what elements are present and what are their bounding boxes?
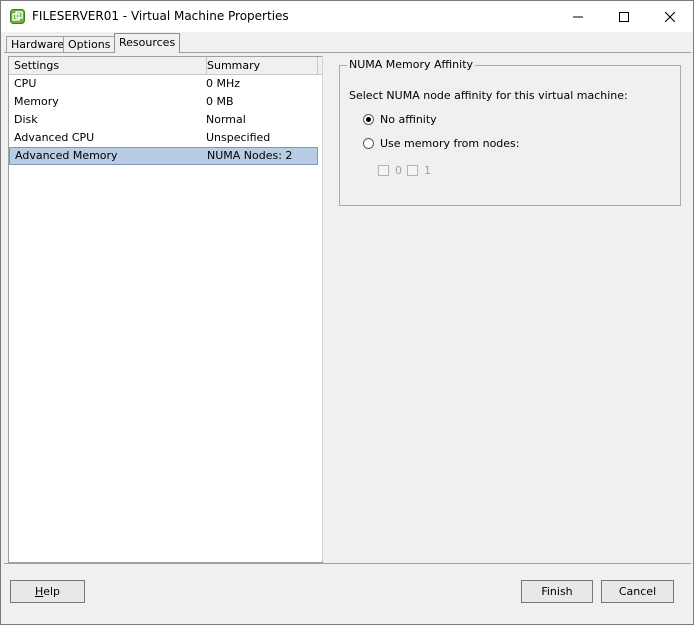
no-affinity-radio[interactable] <box>363 114 374 125</box>
list-item-advanced-cpu[interactable]: Advanced CPU Unspecified <box>9 129 318 146</box>
node-1-label: 1 <box>424 164 431 177</box>
detail-panel: NUMA Memory Affinity Select NUMA node af… <box>322 56 690 561</box>
tab-options[interactable]: Options <box>63 36 116 53</box>
settings-list[interactable]: Settings Summary CPU 0 MHz Memory 0 MB D… <box>8 56 323 563</box>
tab-content: Settings Summary CPU 0 MHz Memory 0 MB D… <box>4 52 691 563</box>
numa-prompt: Select NUMA node affinity for this virtu… <box>349 89 628 102</box>
list-item-advanced-memory[interactable]: Advanced Memory NUMA Nodes: 2 <box>9 147 318 165</box>
setting-name: Memory <box>14 95 59 108</box>
no-affinity-label: No affinity <box>380 113 437 126</box>
cancel-button[interactable]: Cancel <box>601 580 674 603</box>
group-title: NUMA Memory Affinity <box>347 58 476 71</box>
help-label: elp <box>43 585 61 598</box>
use-memory-label: Use memory from nodes: <box>380 137 520 150</box>
setting-name: Disk <box>14 113 38 126</box>
footer-divider <box>4 563 691 564</box>
node-1-checkbox[interactable] <box>407 165 418 176</box>
tab-hardware[interactable]: Hardware <box>6 36 70 53</box>
help-button[interactable]: Help <box>10 580 85 603</box>
setting-summary: 0 MHz <box>206 77 241 90</box>
use-memory-option[interactable]: Use memory from nodes: <box>363 137 520 150</box>
window-title: FILESERVER01 - Virtual Machine Propertie… <box>32 9 289 23</box>
node-checkboxes: 0 1 <box>378 164 436 177</box>
node-0-label: 0 <box>395 164 402 177</box>
list-item-memory[interactable]: Memory 0 MB <box>9 93 318 110</box>
help-mnemonic: H <box>34 585 44 598</box>
setting-name: Advanced CPU <box>14 131 95 144</box>
column-header-settings[interactable]: Settings <box>9 57 207 74</box>
setting-summary: NUMA Nodes: 2 <box>207 149 293 162</box>
maximize-icon <box>619 11 629 22</box>
close-button[interactable] <box>647 1 693 32</box>
list-item-disk[interactable]: Disk Normal <box>9 111 318 128</box>
column-header-summary[interactable]: Summary <box>202 57 318 74</box>
vm-app-icon <box>10 9 25 24</box>
list-header: Settings Summary <box>9 57 322 75</box>
setting-summary: Normal <box>206 113 246 126</box>
list-item-cpu[interactable]: CPU 0 MHz <box>9 75 318 92</box>
setting-summary: Unspecified <box>206 131 271 144</box>
numa-affinity-group: NUMA Memory Affinity Select NUMA node af… <box>339 58 681 206</box>
use-memory-radio[interactable] <box>363 138 374 149</box>
minimize-icon <box>573 12 583 22</box>
tab-resources[interactable]: Resources <box>114 33 181 53</box>
maximize-button[interactable] <box>601 1 647 32</box>
setting-name: CPU <box>14 77 37 90</box>
properties-window: FILESERVER01 - Virtual Machine Propertie… <box>0 0 694 625</box>
setting-summary: 0 MB <box>206 95 234 108</box>
minimize-button[interactable] <box>555 1 601 32</box>
title-bar[interactable]: FILESERVER01 - Virtual Machine Propertie… <box>1 1 693 32</box>
node-0-checkbox[interactable] <box>378 165 389 176</box>
setting-name: Advanced Memory <box>15 149 118 162</box>
close-icon <box>665 11 675 22</box>
finish-button[interactable]: Finish <box>521 580 593 603</box>
no-affinity-option[interactable]: No affinity <box>363 113 437 126</box>
